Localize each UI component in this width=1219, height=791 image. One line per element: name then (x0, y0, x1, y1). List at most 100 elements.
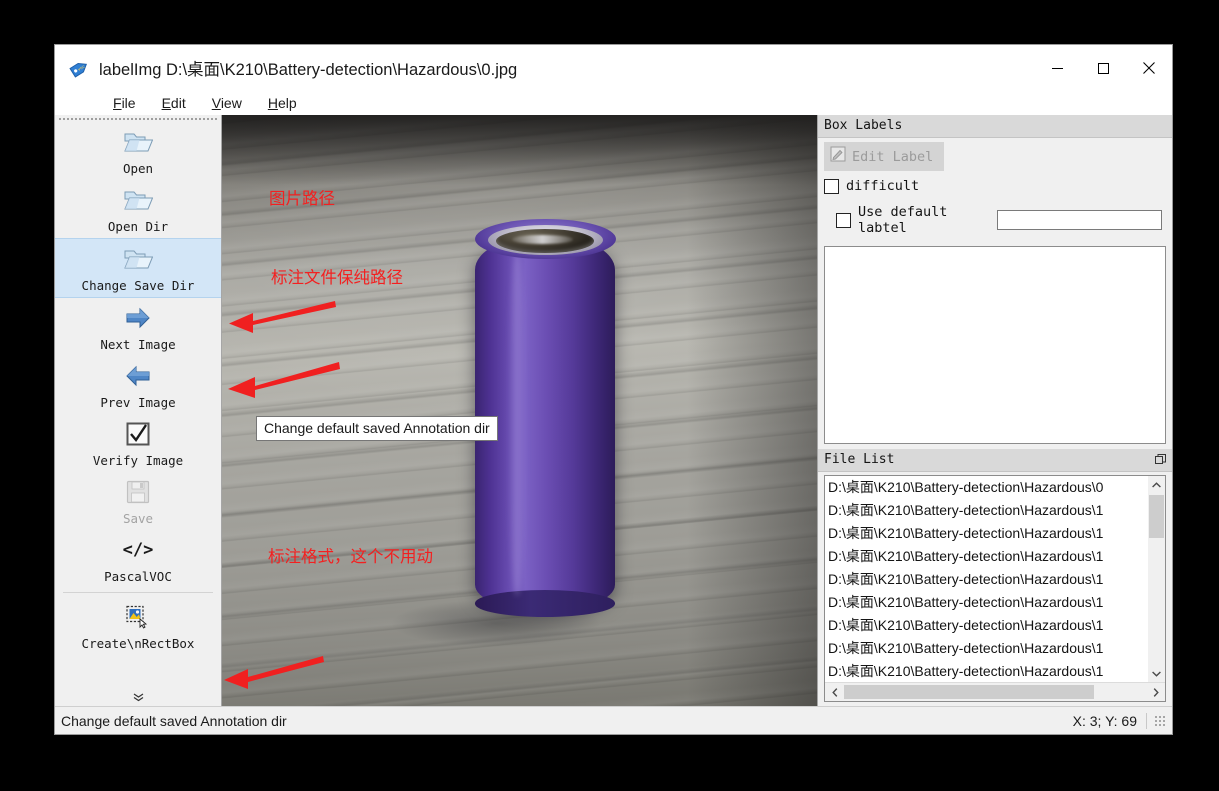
file-list-body: D:\桌面\K210\Battery-detection\Hazardous\0… (824, 475, 1166, 702)
annotation-photo (222, 115, 817, 706)
menu-edit[interactable]: Edit (160, 94, 188, 112)
box-labels-title-bar: Box Labels (818, 115, 1172, 138)
menu-view-rest: iew (220, 95, 242, 111)
file-list-title: File List (824, 452, 895, 467)
menu-file-rest: ile (121, 95, 136, 111)
window-controls (1034, 45, 1172, 91)
status-message: Change default saved Annotation dir (61, 712, 287, 729)
battery-bottom (475, 590, 616, 617)
minimize-button[interactable] (1034, 45, 1080, 91)
edit-label-button[interactable]: Edit Label (824, 142, 945, 171)
menu-bar: File Edit View Help (55, 91, 1172, 115)
toolbar-item-open[interactable]: Open (55, 122, 221, 180)
difficult-checkbox[interactable] (824, 178, 839, 194)
create-rectbox-icon (122, 601, 154, 633)
toolbar-item-next-image[interactable]: Next Image (55, 298, 221, 356)
toolbar-label-format: PascalVOC (104, 569, 172, 584)
resize-grip[interactable] (1154, 714, 1166, 727)
battery-cap-highlight (511, 235, 574, 245)
status-bar-right: X: 3; Y: 69 (1073, 712, 1168, 729)
toolbar-label-open-dir: Open Dir (107, 219, 169, 234)
screen: voc labelImg D:\桌面\K210\Battery-detectio… (0, 0, 1219, 791)
arrow-right-icon (122, 302, 154, 334)
horizontal-scroll-thumb[interactable] (844, 685, 1094, 699)
chevron-down-icon[interactable] (1148, 665, 1165, 682)
difficult-label: difficult (846, 178, 920, 194)
toolbar-item-verify-image[interactable]: Verify Image (55, 414, 221, 472)
box-labels-panel: Box Labels Edit Label difficult Use defa… (818, 115, 1172, 449)
menu-view-mnemonic: V (211, 95, 221, 111)
file-list-scroll-area: D:\桌面\K210\Battery-detection\Hazardous\0… (825, 476, 1165, 682)
menu-edit-mnemonic: E (161, 95, 171, 111)
window-title: labelImg D:\桌面\K210\Battery-detection\Ha… (99, 61, 518, 79)
file-list-items: D:\桌面\K210\Battery-detection\Hazardous\0… (825, 476, 1147, 682)
list-item[interactable]: D:\桌面\K210\Battery-detection\Hazardous\1 (825, 568, 1147, 591)
menu-help-rest: elp (277, 95, 297, 111)
file-list-horizontal-scrollbar[interactable] (825, 682, 1165, 701)
chevron-right-icon[interactable] (1147, 684, 1164, 701)
code-tags-icon: </> (122, 539, 154, 560)
file-list-title-bar: File List (818, 449, 1172, 472)
photo-top-shading (222, 115, 817, 185)
left-toolbar: Open Open Dir Change Save Dir Next Image… (55, 115, 222, 706)
chevrons-down-icon (133, 693, 143, 702)
toolbar-separator (63, 592, 213, 593)
tooltip: Change default saved Annotation dir (256, 416, 498, 441)
list-item[interactable]: D:\桌面\K210\Battery-detection\Hazardous\1 (825, 660, 1147, 682)
toolbar-label-change-save-dir: Change Save Dir (81, 278, 195, 293)
cursor-coordinates: X: 3; Y: 69 (1073, 712, 1147, 729)
toolbar-item-create-rectbox[interactable]: Create\nRectBox (55, 597, 221, 655)
menu-file-mnemonic: F (113, 95, 122, 111)
folder-open-icon (122, 243, 154, 275)
floppy-disk-icon (122, 476, 154, 508)
toolbar-label-verify-image: Verify Image (92, 453, 184, 468)
toolbar-item-change-save-dir[interactable]: Change Save Dir (55, 238, 221, 298)
title-bar: voc labelImg D:\桌面\K210\Battery-detectio… (55, 45, 1172, 91)
use-default-label-row[interactable]: Use default labtel (818, 196, 1172, 242)
list-item[interactable]: D:\桌面\K210\Battery-detection\Hazardous\1 (825, 545, 1147, 568)
list-item[interactable]: D:\桌面\K210\Battery-detection\Hazardous\1 (825, 637, 1147, 660)
list-item[interactable]: D:\桌面\K210\Battery-detection\Hazardous\1 (825, 614, 1147, 637)
menu-help[interactable]: Help (266, 94, 299, 112)
folder-open-icon (122, 126, 154, 158)
toolbar-item-prev-image[interactable]: Prev Image (55, 356, 221, 414)
toolbar-expand-button[interactable] (55, 689, 221, 706)
close-button[interactable] (1126, 45, 1172, 91)
right-dock: Box Labels Edit Label difficult Use defa… (818, 115, 1172, 706)
title-bar-left: voc labelImg D:\桌面\K210\Battery-detectio… (55, 56, 517, 80)
image-canvas[interactable]: 图片路径 标注文件保纯路径 标注格式，这个不用动 (222, 115, 818, 706)
use-default-label-checkbox[interactable] (836, 212, 851, 228)
float-window-icon[interactable] (1154, 454, 1166, 466)
menu-view[interactable]: View (210, 94, 244, 112)
main-area: Open Open Dir Change Save Dir Next Image… (55, 115, 1172, 706)
use-default-label-text: Use default labtel (858, 204, 948, 236)
toolbar-item-save[interactable]: Save (55, 472, 221, 530)
toolbar-item-format[interactable]: </> PascalVOC (55, 530, 221, 588)
box-labels-title: Box Labels (824, 118, 903, 133)
edit-label-button-text: Edit Label (852, 148, 934, 165)
toolbar-item-open-dir[interactable]: Open Dir (55, 180, 221, 238)
list-item[interactable]: D:\桌面\K210\Battery-detection\Hazardous\1 (825, 591, 1147, 614)
list-item[interactable]: D:\桌面\K210\Battery-detection\Hazardous\1 (825, 522, 1147, 545)
difficult-checkbox-row[interactable]: difficult (818, 173, 1172, 196)
battery-highlight (507, 251, 526, 597)
pencil-edit-icon (830, 146, 846, 167)
list-item[interactable]: D:\桌面\K210\Battery-detection\Hazardous\1 (825, 499, 1147, 522)
checkbox-checked-icon (122, 418, 154, 450)
menu-edit-rest: dit (170, 95, 186, 111)
toolbar-drag-handle[interactable] (55, 115, 221, 122)
list-item[interactable]: D:\桌面\K210\Battery-detection\Hazardous\0 (825, 476, 1147, 499)
chevron-up-icon[interactable] (1148, 476, 1165, 493)
label-list[interactable] (824, 246, 1166, 444)
photo-right-shading (687, 115, 817, 706)
default-label-input[interactable] (997, 210, 1162, 230)
file-list-vertical-scrollbar[interactable] (1147, 476, 1165, 682)
maximize-button[interactable] (1080, 45, 1126, 91)
vertical-scroll-thumb[interactable] (1149, 495, 1164, 538)
toolbar-label-save: Save (122, 511, 154, 526)
menu-file[interactable]: File (111, 94, 138, 112)
toolbar-label-prev-image: Prev Image (100, 395, 176, 410)
chevron-left-icon[interactable] (826, 684, 843, 701)
status-bar: Change default saved Annotation dir X: 3… (55, 706, 1172, 734)
labelimg-window: voc labelImg D:\桌面\K210\Battery-detectio… (54, 44, 1173, 735)
